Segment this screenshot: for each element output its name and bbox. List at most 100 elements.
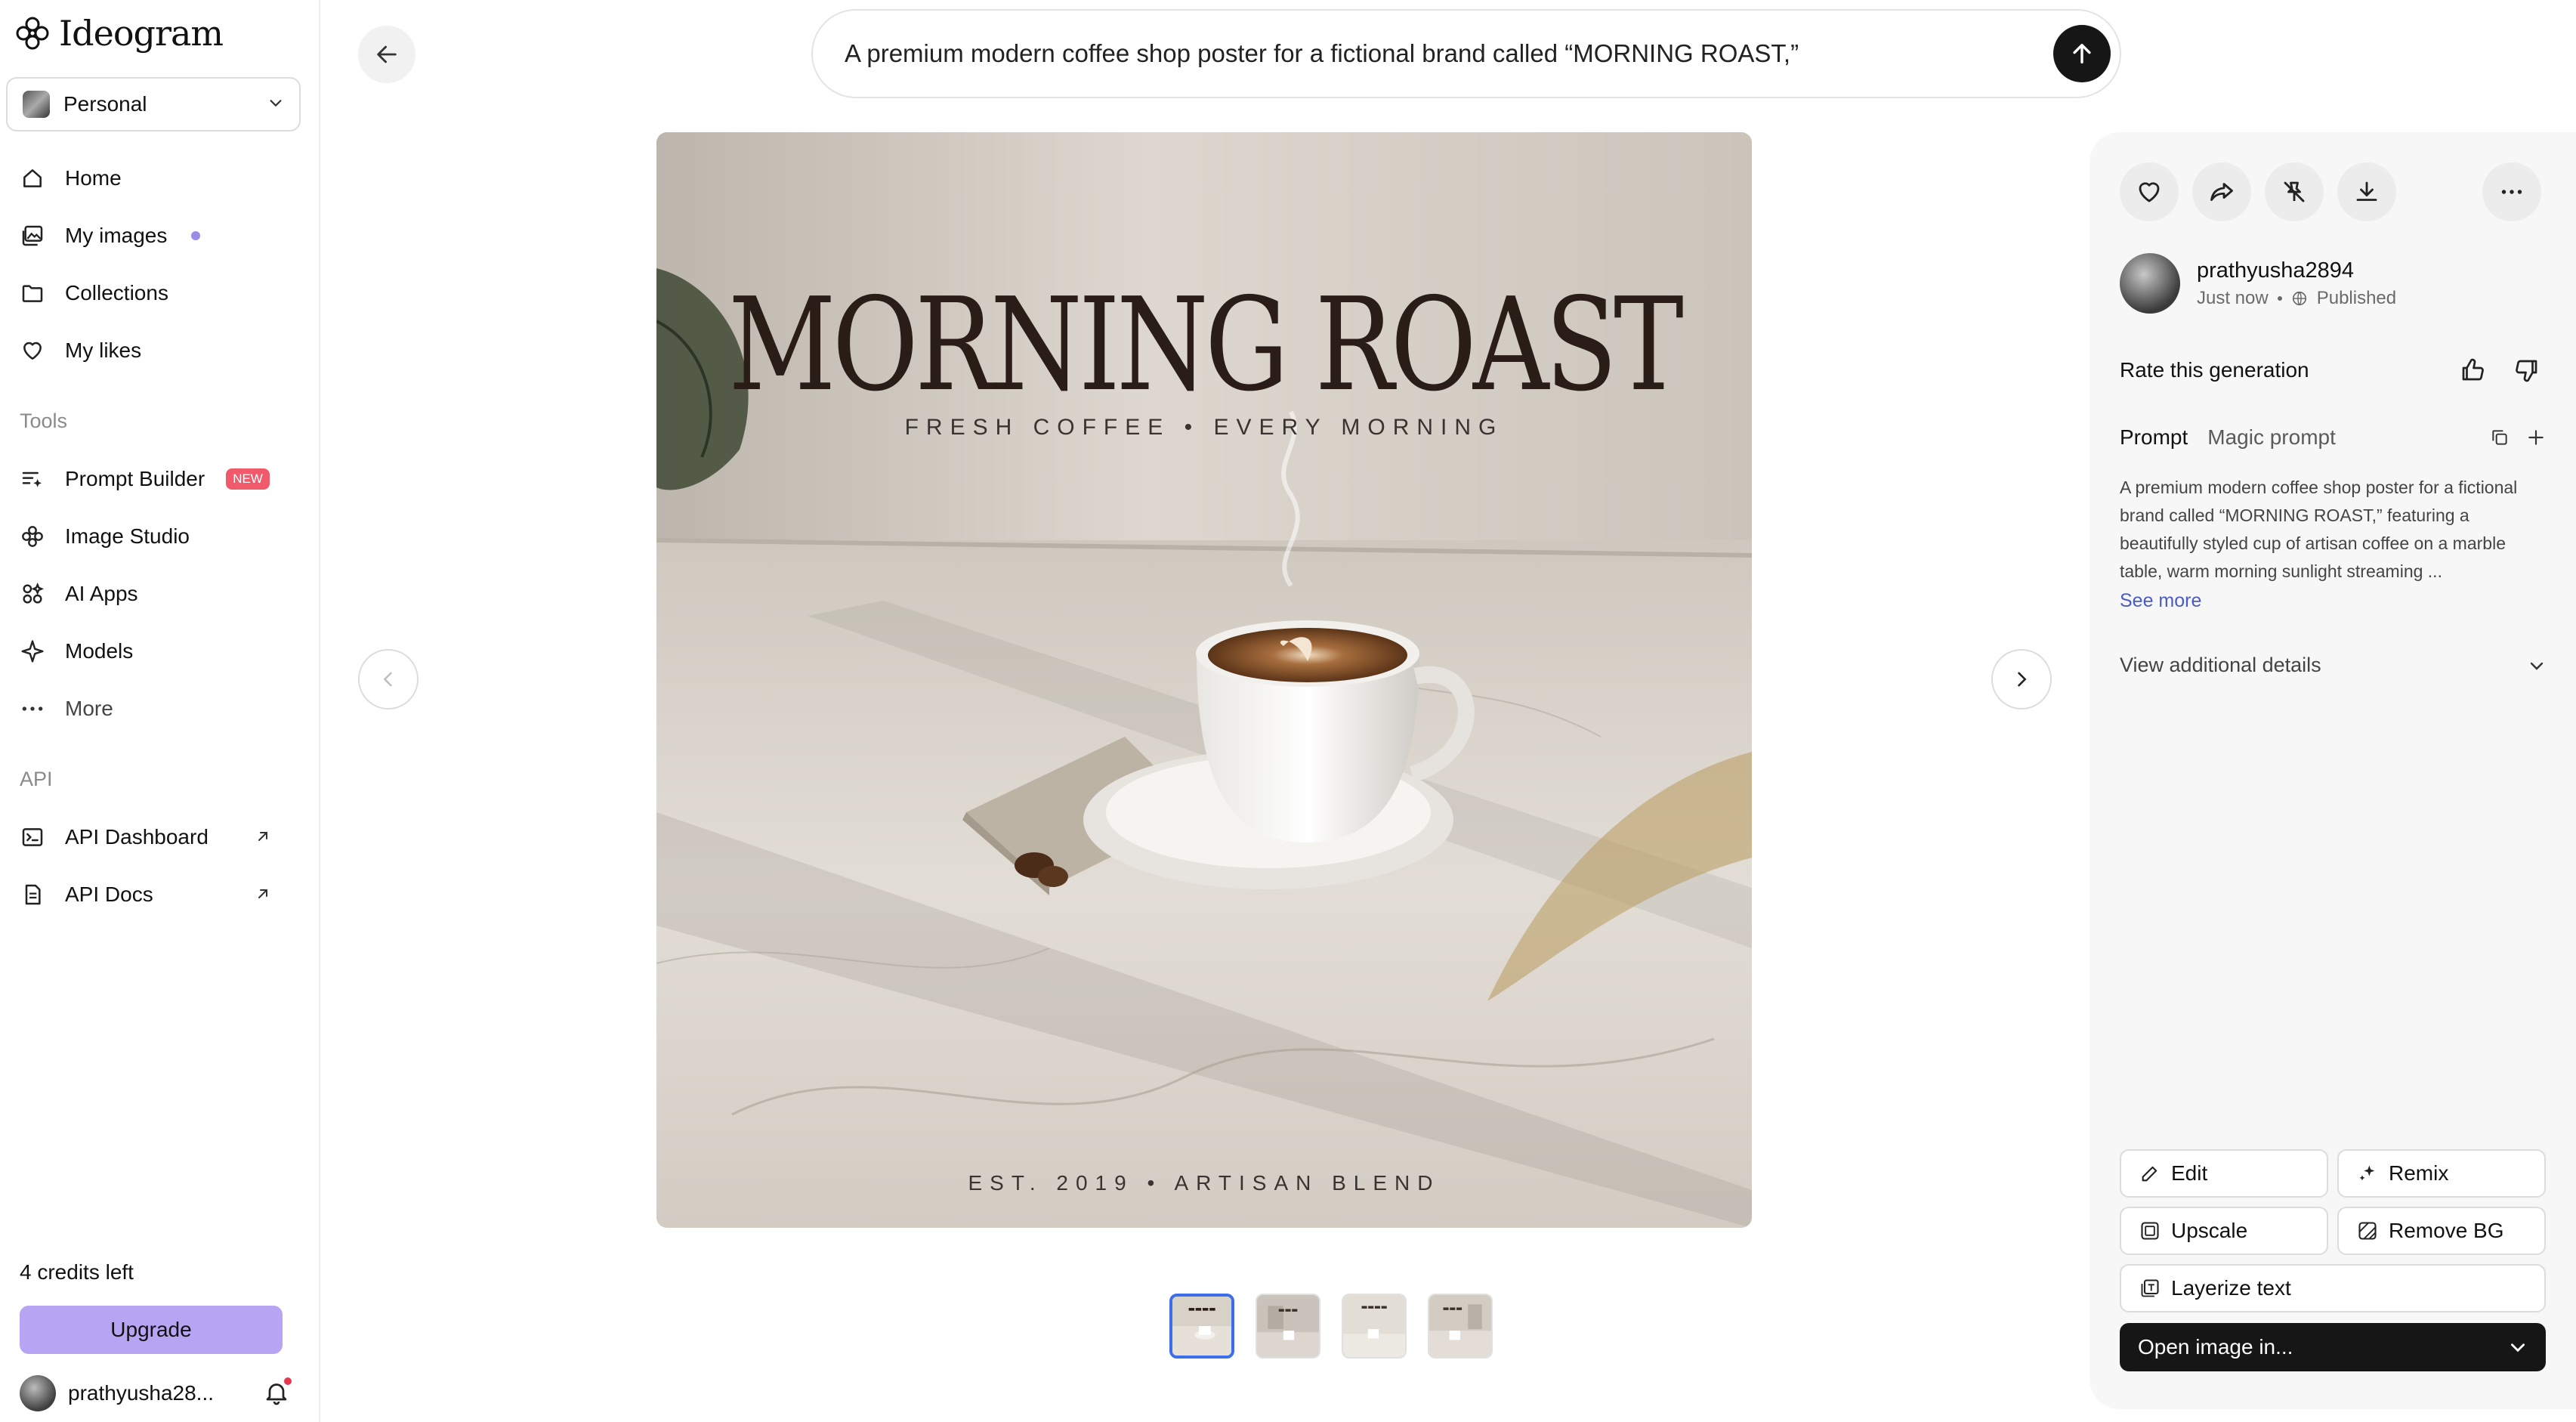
layers-text-icon bbox=[2141, 1279, 2159, 1297]
author-name: prathyusha2894 bbox=[2197, 258, 2354, 283]
thumbs-down-button[interactable] bbox=[2508, 351, 2546, 389]
avatar bbox=[20, 1375, 56, 1411]
username: prathyusha28... bbox=[68, 1381, 215, 1405]
heart-icon bbox=[20, 338, 45, 363]
layerize-text-button[interactable]: Layerize text bbox=[2120, 1264, 2546, 1312]
tab-magic-prompt[interactable]: Magic prompt bbox=[2207, 425, 2336, 450]
sidebar-item-label: Models bbox=[65, 639, 134, 663]
remix-button[interactable]: Remix bbox=[2337, 1149, 2546, 1198]
sidebar-item-my-images[interactable]: My images bbox=[20, 213, 299, 258]
image-variations: ▬▬▬▬ ▬▬▬ ▬▬▬▬ ▬▬▬ bbox=[1169, 1294, 1493, 1359]
additional-details-toggle[interactable]: View additional details bbox=[2120, 654, 2546, 677]
plus-icon[interactable] bbox=[2526, 428, 2546, 447]
sidebar-item-api-docs[interactable]: API Docs bbox=[20, 872, 299, 917]
more-options-button[interactable] bbox=[2482, 162, 2541, 221]
created-time: Just now bbox=[2197, 287, 2269, 308]
svg-text:▬▬▬: ▬▬▬ bbox=[1278, 1306, 1298, 1315]
app-name: Ideogram bbox=[59, 13, 224, 54]
sidebar-item-image-studio[interactable]: Image Studio bbox=[20, 514, 299, 559]
notification-dot bbox=[283, 1376, 293, 1386]
sidebar-item-label: API Dashboard bbox=[65, 825, 208, 849]
arrow-left-icon bbox=[377, 45, 397, 63]
prompt-builder-icon bbox=[20, 466, 45, 492]
sidebar-item-models[interactable]: Models bbox=[20, 629, 299, 674]
see-more-link[interactable]: See more bbox=[2120, 590, 2201, 612]
layerize-label: Layerize text bbox=[2171, 1276, 2291, 1300]
upscale-button[interactable]: Upscale bbox=[2120, 1207, 2328, 1255]
prompt-text: A premium modern coffee shop poster for … bbox=[2120, 478, 2518, 581]
user-menu[interactable]: prathyusha28... bbox=[20, 1372, 293, 1414]
poster-title: MORNING ROAST bbox=[728, 270, 1683, 420]
notifications-button[interactable] bbox=[263, 1376, 293, 1408]
variation-thumbnail-2[interactable]: ▬▬▬ bbox=[1256, 1294, 1320, 1359]
variation-thumbnail-3[interactable]: ▬▬▬▬ bbox=[1342, 1294, 1407, 1359]
avatar bbox=[2120, 253, 2180, 314]
share-arrow-icon bbox=[2210, 183, 2233, 201]
sidebar-item-home[interactable]: Home bbox=[20, 156, 299, 201]
pencil-icon bbox=[2142, 1166, 2157, 1182]
variation-thumbnail-1[interactable]: ▬▬▬▬ bbox=[1169, 1294, 1234, 1359]
new-activity-dot bbox=[191, 231, 201, 240]
terminal-icon bbox=[20, 824, 45, 850]
open-image-in-button[interactable]: Open image in... bbox=[2120, 1323, 2546, 1371]
sidebar-item-my-likes[interactable]: My likes bbox=[20, 328, 299, 373]
back-button[interactable] bbox=[358, 26, 415, 83]
next-image-button[interactable] bbox=[1991, 649, 2052, 709]
rating-row: Rate this generation bbox=[2120, 351, 2546, 389]
variation-thumbnail-4[interactable]: ▬▬▬ bbox=[1428, 1294, 1493, 1359]
edit-label: Edit bbox=[2171, 1161, 2208, 1185]
copy-icon[interactable] bbox=[2490, 428, 2510, 447]
sidebar-item-label: My images bbox=[65, 224, 168, 247]
image-author[interactable]: prathyusha2894 Just now Published bbox=[2120, 253, 2396, 314]
workspace-avatar bbox=[23, 91, 50, 118]
chevron-left-icon bbox=[383, 672, 392, 687]
svg-text:▬▬▬▬: ▬▬▬▬ bbox=[1188, 1306, 1216, 1314]
thumbs-down-icon bbox=[2516, 360, 2537, 382]
image-actions-toolbar bbox=[2120, 162, 2396, 221]
sidebar-item-prompt-builder[interactable]: Prompt Builder NEW bbox=[20, 456, 299, 502]
ideogram-logo[interactable]: Ideogram bbox=[14, 11, 224, 56]
svg-text:▬▬▬▬: ▬▬▬▬ bbox=[1361, 1303, 1388, 1311]
new-badge: NEW bbox=[226, 468, 270, 490]
sidebar: Ideogram Personal Home My images Collect… bbox=[0, 0, 320, 1422]
more-dots-icon bbox=[20, 696, 45, 722]
remove-bg-button[interactable]: Remove BG bbox=[2337, 1207, 2546, 1255]
open-image-in-label: Open image in... bbox=[2138, 1335, 2293, 1359]
rate-label: Rate this generation bbox=[2120, 358, 2309, 382]
unpin-button[interactable] bbox=[2265, 162, 2324, 221]
workspace-selector[interactable]: Personal bbox=[6, 77, 301, 131]
download-icon bbox=[2356, 181, 2377, 201]
prompt-input-value[interactable]: A premium modern coffee shop poster for … bbox=[845, 39, 2053, 68]
previous-image-button[interactable] bbox=[358, 649, 419, 709]
external-link-icon bbox=[254, 827, 272, 851]
upscale-icon bbox=[2141, 1222, 2159, 1240]
folder-icon bbox=[20, 280, 45, 306]
sidebar-item-api-dashboard[interactable]: API Dashboard bbox=[20, 815, 299, 860]
home-icon bbox=[20, 165, 45, 191]
download-button[interactable] bbox=[2337, 162, 2396, 221]
generated-image[interactable]: MORNING ROAST FRESH COFFEE • EVERY MORNI… bbox=[656, 132, 1752, 1228]
sidebar-item-collections[interactable]: Collections bbox=[20, 270, 299, 316]
chevron-right-icon bbox=[2018, 672, 2027, 687]
tab-prompt[interactable]: Prompt bbox=[2120, 425, 2188, 450]
remix-label: Remix bbox=[2389, 1161, 2449, 1185]
additional-details-label: View additional details bbox=[2120, 654, 2321, 676]
submit-prompt-button[interactable] bbox=[2053, 25, 2111, 82]
prompt-input[interactable]: A premium modern coffee shop poster for … bbox=[811, 9, 2121, 98]
sidebar-item-label: Collections bbox=[65, 281, 168, 304]
author-meta: Just now Published bbox=[2197, 288, 2396, 309]
upgrade-button[interactable]: Upgrade bbox=[20, 1306, 283, 1354]
remove-bg-label: Remove BG bbox=[2389, 1219, 2504, 1242]
sidebar-item-label: Home bbox=[65, 166, 122, 190]
thumbs-up-button[interactable] bbox=[2454, 351, 2491, 389]
edit-button[interactable]: Edit bbox=[2120, 1149, 2328, 1198]
api-section-label: API bbox=[20, 768, 53, 790]
sidebar-item-label: Prompt Builder bbox=[65, 467, 205, 490]
share-button[interactable] bbox=[2192, 162, 2251, 221]
sidebar-item-more[interactable]: More bbox=[20, 686, 299, 731]
sidebar-item-ai-apps[interactable]: AI Apps bbox=[20, 571, 299, 617]
credits-remaining: 4 credits left bbox=[20, 1260, 134, 1284]
like-button[interactable] bbox=[2120, 162, 2179, 221]
thumbs-up-icon bbox=[2462, 358, 2484, 381]
sparkles-icon bbox=[2359, 1165, 2375, 1181]
